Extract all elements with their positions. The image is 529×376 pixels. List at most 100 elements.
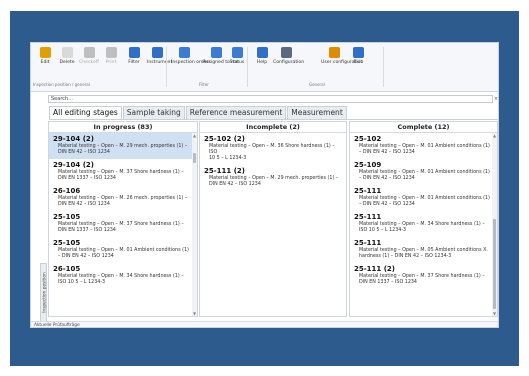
card-id: 25-111 [354,187,382,195]
tab-reference-measurement[interactable]: Reference measurement [185,106,287,119]
inspection-card[interactable]: 25-111 Material testing – Open – M. 01 Am… [350,185,497,211]
filter-label: Filter [128,60,140,65]
search-input[interactable]: Search... [48,95,493,103]
card-id: 25-111 [354,239,382,247]
inspection-card[interactable]: 25-111 Material testing – Open – M. 34 Sh… [350,211,497,237]
card-description: Material testing – Open – M. 36 Shore ha… [209,144,335,155]
inspection-orders-button[interactable]: Inspection orders [171,47,211,65]
print-icon [105,47,117,58]
inspection-card[interactable]: 25-105 Material testing – Open – M. 37 Sh… [49,211,197,237]
card-id: 26-105 [53,265,81,273]
card-id: 26-106 [53,187,81,195]
card-description: ISO 10 5 – L 1234-3 [58,280,106,285]
delete-button[interactable]: Delete [57,47,77,65]
column-header: Incomplete (2) [200,122,346,133]
side-tab-inspection-position[interactable]: Inspection position [40,263,48,323]
status-icon [231,47,243,58]
ribbon-separator [383,47,384,87]
assigned-to-me-icon [210,47,222,58]
card-description: – DIN EN 42 – ISO 1234 [58,254,114,259]
scroll-up-icon[interactable]: ▲ [192,133,197,138]
app-window: Edit Delete Checkoff Print Filter Instrument I… [30,42,499,328]
ribbon-group-general-label: Inspection position / general [33,82,90,87]
card-description: DIN EN 42 – ISO 1234 [58,202,110,207]
card-description: DIN EN 42 – ISO 1234 [58,150,110,155]
inspection-card[interactable]: 26-106 Material testing – Open – M. 26 me… [49,185,197,211]
card-id: 29-104 (2) [53,161,94,169]
inspection-card[interactable]: 26-105 Material testing – Open – M. 34 Sh… [49,263,197,289]
scroll-thumb[interactable] [493,219,496,309]
inspection-card[interactable]: 25-105 Material testing – Open – M. 01 Am… [49,237,197,263]
instrument-button[interactable]: Instrument [147,47,173,65]
instrument-icon [151,47,163,58]
inspection-card[interactable]: 25-111 (2) Material testing – Open – M. 2… [200,165,346,191]
ribbon-separator [166,47,167,87]
card-id: 25-105 [53,239,81,247]
edit-button[interactable]: Edit [35,47,55,65]
status-button[interactable]: Status [227,47,247,65]
inspection-card[interactable]: 25-111 Material testing – Open – M. 05 Am… [350,237,497,263]
card-description: DIN EN 1337 – ISO 1234 [359,280,417,285]
column-complete: Complete (12) 25-102 Material testing – Op… [349,121,498,317]
card-description: ISO 10 5 – L 1234-3 [359,228,407,233]
checkoff-icon [83,47,95,58]
ribbon-separator [247,47,248,87]
configuration-label: Configuration [273,60,305,65]
ribbon-toolbar: Edit Delete Checkoff Print Filter Instrument I… [31,43,498,92]
assigned-to-me-label: Assigned to me [203,60,239,65]
card-description: DIN EN 42 – ISO 1234 [209,182,261,187]
inspection-card[interactable]: 25-109 Material testing – Open – M. 01 Am… [350,159,497,185]
inspection-orders-icon [178,47,190,58]
help-button[interactable]: Help [252,47,272,65]
edit-icon [39,47,51,58]
tab-all-editing-stages[interactable]: All editing stages [49,106,122,119]
column-header: In progress (83) [49,122,197,133]
scroll-down-icon[interactable]: ▼ [192,311,197,316]
assigned-to-me-button[interactable]: Assigned to me [203,47,239,65]
inspection-card[interactable]: 29-104 (2) Material testing – Open – M. 2… [49,133,197,159]
exit-label: Exit [353,60,363,65]
stage-tabs: All editing stages Sample taking Reference… [49,106,348,119]
card-description: DIN EN 1337 – ISO 1234 [58,176,116,181]
instrument-label: Instrument [147,60,173,65]
column-scrollbar[interactable]: ▲ ▼ [192,133,197,316]
card-id: 25-109 [354,161,382,169]
column-header: Complete (12) [350,122,497,133]
scroll-thumb[interactable] [193,153,196,163]
exit-button[interactable]: Exit [348,47,368,65]
tab-measurement[interactable]: Measurement [287,106,347,119]
print-button[interactable]: Print [101,47,121,65]
inspection-card[interactable]: 25-102 Material testing – Open – M. 01 Am… [350,133,497,159]
card-description: 10 5 – L 1234-3 [209,156,247,161]
scroll-down-icon[interactable]: ▼ [492,311,497,316]
help-icon [256,47,268,58]
card-id: 25-102 (2) [204,135,245,143]
search-clear-icon[interactable]: × [493,96,498,102]
configuration-icon [280,47,292,58]
configuration-button[interactable]: Configuration [273,47,305,65]
inspection-card[interactable]: 25-102 (2) Material testing – Open – M. 3… [200,133,346,165]
column-scrollbar[interactable]: ▲ ▼ [492,133,497,316]
ribbon-group-general2-label: General [309,82,325,87]
user-configuration-icon [328,47,340,58]
card-id: 25-111 (2) [204,167,245,175]
user-configuration-button[interactable]: User configuration [321,47,364,65]
column-in-progress: In progress (83) 29-104 (2) Material testi… [48,121,198,317]
tab-divider [49,119,498,120]
delete-label: Delete [59,60,75,65]
tab-sample-taking[interactable]: Sample taking [122,106,185,119]
filter-button[interactable]: Filter [124,47,144,65]
delete-icon [61,47,73,58]
card-description: DIN EN 1337 – ISO 1234 [58,228,116,233]
checkoff-button[interactable]: Checkoff [79,47,99,65]
card-id: 25-102 [354,135,382,143]
inspection-card[interactable]: 25-111 (2) Material testing – Open – M. 3… [350,263,497,289]
help-label: Help [256,60,268,65]
card-description: – DIN EN 42 – ISO 1234 [359,202,415,207]
column-incomplete: Incomplete (2) 25-102 (2) Material testing… [199,121,347,317]
inspection-card[interactable]: 29-104 (2) Material testing – Open – M. 3… [49,159,197,185]
user-configuration-label: User configuration [321,60,364,65]
scroll-up-icon[interactable]: ▲ [492,133,497,138]
card-description: – DIN EN 42 – ISO 1234 [359,150,415,155]
print-label: Print [105,60,117,65]
